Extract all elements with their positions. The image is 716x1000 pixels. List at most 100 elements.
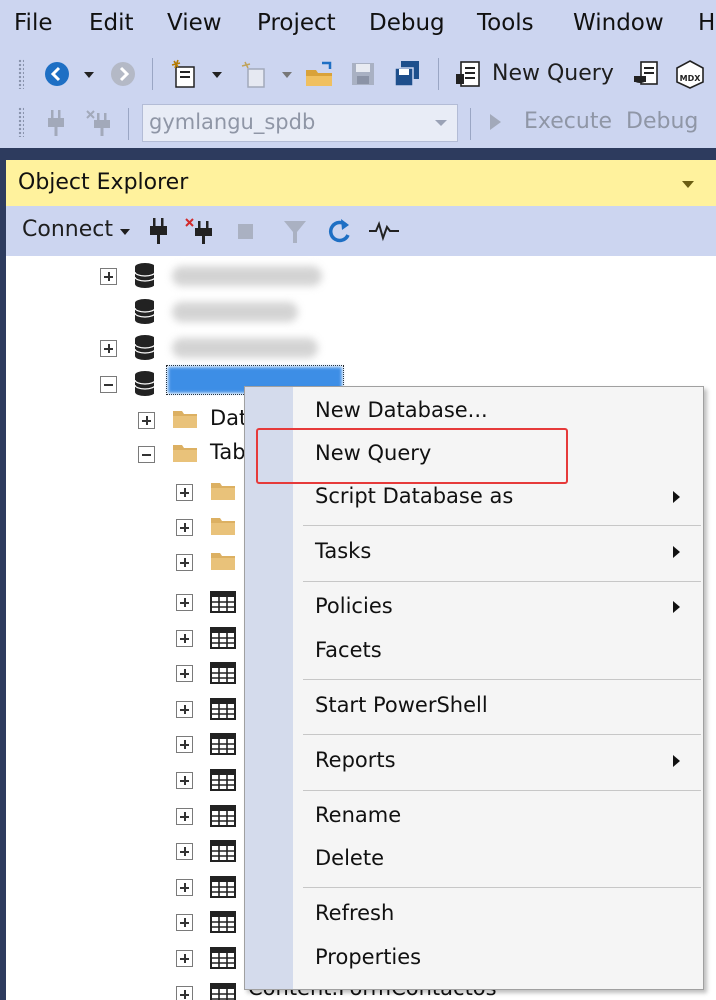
toolbar-separator (438, 58, 439, 90)
debug-button[interactable]: Debug (626, 109, 698, 134)
table-icon (210, 840, 236, 862)
new-query-button[interactable]: New Query (492, 61, 614, 86)
table-icon (210, 805, 236, 827)
object-explorer-toolbar: Connect (6, 206, 716, 256)
tree-expander[interactable] (100, 268, 117, 285)
menu-item-label: New Database... (315, 398, 488, 422)
menu-item-facets[interactable]: Facets (245, 631, 703, 671)
menu-separator (303, 734, 701, 735)
menu-separator (303, 887, 701, 888)
add-item-icon[interactable] (240, 59, 270, 89)
menu-tools[interactable]: Tools (477, 10, 534, 36)
menu-item-label: Properties (315, 945, 422, 969)
redacted-database-name[interactable] (172, 338, 318, 358)
tree-node-label[interactable]: Tab (210, 440, 246, 464)
redacted-database-name[interactable] (172, 302, 298, 322)
connect-icon[interactable] (148, 216, 170, 246)
database-icon (134, 263, 154, 288)
available-databases-dropdown[interactable]: gymlangu_spdb (142, 104, 458, 142)
connect-dropdown-icon[interactable] (120, 229, 130, 235)
menu-item-delete[interactable]: Delete (245, 839, 703, 879)
tree-expander[interactable] (176, 519, 193, 536)
back-icon[interactable] (44, 61, 70, 87)
save-all-icon[interactable] (392, 59, 422, 89)
menu-view[interactable]: View (167, 10, 222, 36)
highlight-annotation (256, 428, 568, 484)
tree-expander[interactable] (176, 594, 193, 611)
menu-edit[interactable]: Edit (89, 10, 134, 36)
change-connection-icon[interactable] (84, 108, 114, 138)
execute-button[interactable]: Execute (524, 109, 612, 134)
table-icon (210, 591, 236, 613)
menu-window[interactable]: Window (573, 10, 664, 36)
folder-icon (173, 411, 197, 428)
tree-expander[interactable] (100, 340, 117, 357)
database-engine-query-icon[interactable] (632, 60, 662, 88)
menu-item-new-database[interactable]: New Database... (245, 391, 703, 431)
tree-collapser[interactable] (100, 376, 117, 393)
menu-item-label: Rename (315, 803, 402, 827)
folder-icon (211, 483, 235, 500)
tree-expander[interactable] (176, 914, 193, 931)
tree-expander[interactable] (176, 950, 193, 967)
tree-expander[interactable] (176, 736, 193, 753)
tree-expander[interactable] (176, 701, 193, 718)
open-file-icon[interactable] (304, 60, 336, 88)
menu-item-reports[interactable]: Reports (245, 741, 703, 781)
mdx-query-icon[interactable]: MDX (674, 59, 706, 89)
activity-monitor-icon[interactable] (368, 220, 400, 242)
back-dropdown-icon[interactable] (84, 72, 94, 78)
menu-item-rename[interactable]: Rename (245, 796, 703, 836)
menu-project[interactable]: Project (257, 10, 336, 36)
filter-icon[interactable] (282, 218, 308, 246)
submenu-arrow-icon (673, 755, 680, 767)
table-icon (210, 698, 236, 720)
menu-item-refresh[interactable]: Refresh (245, 894, 703, 934)
redacted-database-name[interactable] (172, 266, 322, 286)
tree-expander[interactable] (138, 412, 155, 429)
save-icon[interactable] (350, 61, 376, 87)
menu-debug[interactable]: Debug (369, 10, 445, 36)
connect-plug-icon[interactable] (44, 108, 68, 138)
table-icon (210, 911, 236, 933)
tree-expander[interactable] (176, 665, 193, 682)
menu-item-tasks[interactable]: Tasks (245, 532, 703, 572)
table-icon (210, 876, 236, 898)
tree-expander[interactable] (176, 484, 193, 501)
database-selected-value: gymlangu_spdb (149, 110, 316, 134)
menu-item-properties[interactable]: Properties (245, 938, 703, 978)
tree-expander[interactable] (176, 554, 193, 571)
window-position-dropdown-icon[interactable] (682, 181, 694, 188)
new-project-dropdown-icon[interactable] (212, 72, 222, 78)
menu-item-start-powershell[interactable]: Start PowerShell (245, 686, 703, 726)
refresh-icon[interactable] (326, 217, 354, 245)
toolbar-grip[interactable] (18, 107, 24, 137)
toolbar-separator (470, 108, 471, 140)
tree-collapser[interactable] (138, 446, 155, 463)
tree-expander[interactable] (176, 986, 193, 1000)
forward-icon[interactable] (110, 61, 136, 87)
tree-expander[interactable] (176, 808, 193, 825)
table-icon (210, 662, 236, 684)
object-explorer-title-bar: Object Explorer (6, 160, 716, 206)
menu-item-label: Refresh (315, 901, 395, 925)
new-project-icon[interactable] (170, 59, 200, 89)
menu-help[interactable]: H (698, 10, 715, 36)
stop-icon[interactable] (236, 222, 256, 242)
add-item-dropdown-icon[interactable] (282, 72, 292, 78)
submenu-arrow-icon (673, 546, 680, 558)
new-query-icon[interactable] (454, 60, 484, 88)
chevron-down-icon (435, 120, 447, 126)
menu-file[interactable]: File (14, 10, 53, 36)
disconnect-icon[interactable] (184, 216, 216, 246)
database-icon (134, 299, 154, 324)
tree-expander[interactable] (176, 772, 193, 789)
tree-expander[interactable] (176, 843, 193, 860)
connect-button[interactable]: Connect (22, 217, 113, 242)
tree-expander[interactable] (176, 879, 193, 896)
menu-item-policies[interactable]: Policies (245, 587, 703, 627)
tree-node-label[interactable]: Dat (210, 406, 247, 430)
tree-expander[interactable] (176, 630, 193, 647)
table-icon (210, 983, 236, 1000)
toolbar-grip[interactable] (18, 59, 24, 89)
